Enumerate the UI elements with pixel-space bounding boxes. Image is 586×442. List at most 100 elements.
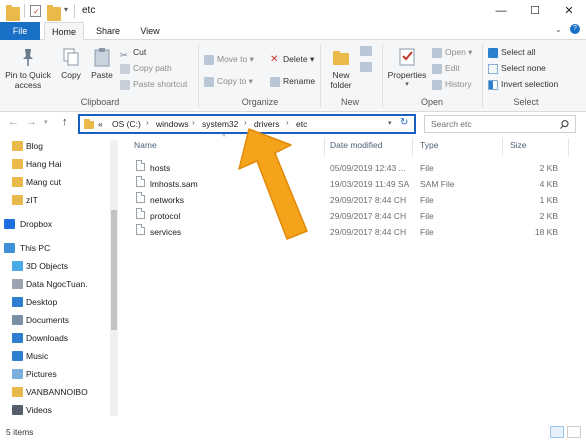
expand-ribbon-icon[interactable]: ⌄ <box>555 25 562 34</box>
history-icon <box>432 79 442 90</box>
column-header-name[interactable]: Name <box>134 140 157 150</box>
forward-icon[interactable]: → <box>26 116 37 128</box>
nav-item[interactable]: Hang Hai <box>0 156 108 172</box>
file-date: 29/09/2017 8:44 CH <box>330 211 407 221</box>
properties-button[interactable]: Properties ▾ <box>386 46 428 90</box>
breadcrumb-drive[interactable]: OS (C:) <box>112 119 141 129</box>
tab-share[interactable]: Share <box>88 22 128 40</box>
nav-item[interactable]: VANBANNOIBO <box>0 384 108 400</box>
nav-item-label: Mang cut <box>26 177 61 187</box>
minimize-button[interactable]: — <box>484 0 518 22</box>
back-icon[interactable]: ← <box>8 116 19 128</box>
nav-scrollbar[interactable] <box>110 140 118 416</box>
nav-item[interactable]: Music <box>0 348 108 364</box>
large-icons-view-icon[interactable] <box>567 426 581 438</box>
new-folder-button[interactable]: New folder <box>324 46 358 90</box>
select-group-label: Select <box>513 97 539 107</box>
edit-button[interactable]: Edit <box>432 61 460 75</box>
new-group-label: New <box>340 97 359 107</box>
new-folder-quick-icon[interactable] <box>47 5 61 21</box>
new-folder-icon <box>333 51 349 65</box>
nav-scrollbar-thumb[interactable] <box>111 210 117 330</box>
file-row[interactable]: services 29/09/2017 8:44 CH File 18 KB <box>124 224 586 240</box>
maximize-button[interactable]: ☐ <box>518 0 552 22</box>
file-name: services <box>150 227 182 237</box>
nav-item[interactable]: zIT <box>0 192 108 208</box>
copy-path-button[interactable]: Copy path <box>120 61 172 75</box>
file-row[interactable]: protocol 29/09/2017 8:44 CH File 2 KB <box>124 208 586 224</box>
file-row[interactable]: lmhosts.sam 19/03/2019 11:49 SA SAM File 4 … <box>124 176 586 192</box>
copy-button[interactable]: Copy <box>58 46 84 80</box>
scissors-icon: ✂ <box>120 49 128 60</box>
new-item-icon[interactable] <box>360 46 372 56</box>
breadcrumb-system32[interactable]: system32 <box>202 119 238 129</box>
open-button[interactable]: Open ▾ <box>432 45 472 59</box>
details-view-icon[interactable] <box>550 426 564 438</box>
nav-item-label: This PC <box>20 243 51 253</box>
delete-button[interactable]: ✕ Delete ▾ <box>270 52 314 66</box>
column-divider[interactable] <box>412 138 413 156</box>
nav-item[interactable]: Data NgocTuan. <box>0 276 108 292</box>
move-to-button[interactable]: Move to ▾ <box>204 52 254 66</box>
nav-item-label: VANBANNOIBO <box>26 387 88 397</box>
column-header-date[interactable]: Date modified <box>330 140 382 150</box>
nav-item-label: Documents <box>26 315 69 325</box>
easy-access-icon[interactable] <box>360 62 372 72</box>
invert-selection-icon <box>488 79 498 90</box>
nav-item[interactable]: Videos <box>0 402 108 418</box>
nav-item-label: zIT <box>26 195 38 205</box>
pin-to-quick-access-button[interactable]: Pin to Quick access <box>2 46 54 90</box>
properties-icon <box>399 48 415 66</box>
select-all-button[interactable]: Select all <box>488 45 536 59</box>
nav-item[interactable]: Downloads <box>0 330 108 346</box>
close-button[interactable]: ✕ <box>552 0 586 22</box>
nav-item[interactable]: 3D Objects <box>0 258 108 274</box>
nav-item[interactable]: Blog <box>0 138 108 154</box>
paste-shortcut-button[interactable]: Paste shortcut <box>120 77 187 91</box>
copy-to-button[interactable]: Copy to ▾ <box>204 74 253 88</box>
help-icon[interactable]: ? <box>570 24 580 34</box>
history-button[interactable]: History <box>432 77 471 91</box>
column-header-type[interactable]: Type <box>420 140 438 150</box>
column-header-size[interactable]: Size <box>510 140 527 150</box>
refresh-icon[interactable]: ↻ <box>400 117 408 128</box>
tab-view[interactable]: View <box>132 22 168 40</box>
cut-button[interactable]: ✂ Cut <box>120 45 146 60</box>
customize-quick-access-icon[interactable]: ▾ <box>64 5 68 19</box>
up-icon[interactable]: ↑ <box>62 116 68 128</box>
pin-icon <box>23 49 33 66</box>
breadcrumb-overflow[interactable]: « <box>98 119 103 129</box>
column-divider[interactable] <box>568 138 569 156</box>
chevron-right-icon[interactable]: › <box>244 118 247 127</box>
nav-item[interactable]: Dropbox <box>0 216 108 232</box>
nav-item[interactable]: Pictures <box>0 366 108 382</box>
nav-item[interactable]: Mang cut <box>0 174 108 190</box>
nav-item[interactable]: This PC <box>0 240 108 256</box>
column-divider[interactable] <box>502 138 503 156</box>
column-divider[interactable] <box>324 138 325 156</box>
select-none-button[interactable]: Select none <box>488 61 546 75</box>
3d-objects-icon <box>12 261 23 271</box>
nav-item-label: Pictures <box>26 369 57 379</box>
chevron-right-icon[interactable]: › <box>146 118 149 127</box>
tab-home[interactable]: Home <box>44 22 84 40</box>
pin-label: Pin to Quick access <box>5 70 51 90</box>
nav-item[interactable]: Desktop <box>0 294 108 310</box>
file-type: File <box>420 163 434 173</box>
breadcrumb-windows[interactable]: windows <box>156 119 189 129</box>
file-size: 2 KB <box>539 211 558 221</box>
invert-selection-button[interactable]: Invert selection <box>488 77 558 91</box>
properties-quick-icon[interactable]: ✓ <box>30 5 41 17</box>
chevron-right-icon[interactable]: › <box>286 118 289 127</box>
chevron-right-icon[interactable]: › <box>192 118 195 127</box>
address-dropdown-icon[interactable]: ▾ <box>388 119 392 127</box>
tab-file[interactable]: File <box>0 22 40 40</box>
search-box[interactable]: Search etc <box>424 115 576 133</box>
recent-locations-icon[interactable]: ▾ <box>44 118 48 126</box>
paste-button[interactable]: Paste <box>88 46 116 80</box>
file-row[interactable]: networks 29/09/2017 8:44 CH File 1 KB <box>124 192 586 208</box>
edit-icon <box>432 63 442 74</box>
nav-item[interactable]: Documents <box>0 312 108 328</box>
rename-button[interactable]: Rename <box>270 74 315 88</box>
file-row[interactable]: hosts 05/09/2019 12:43 ... File 2 KB <box>124 160 586 176</box>
